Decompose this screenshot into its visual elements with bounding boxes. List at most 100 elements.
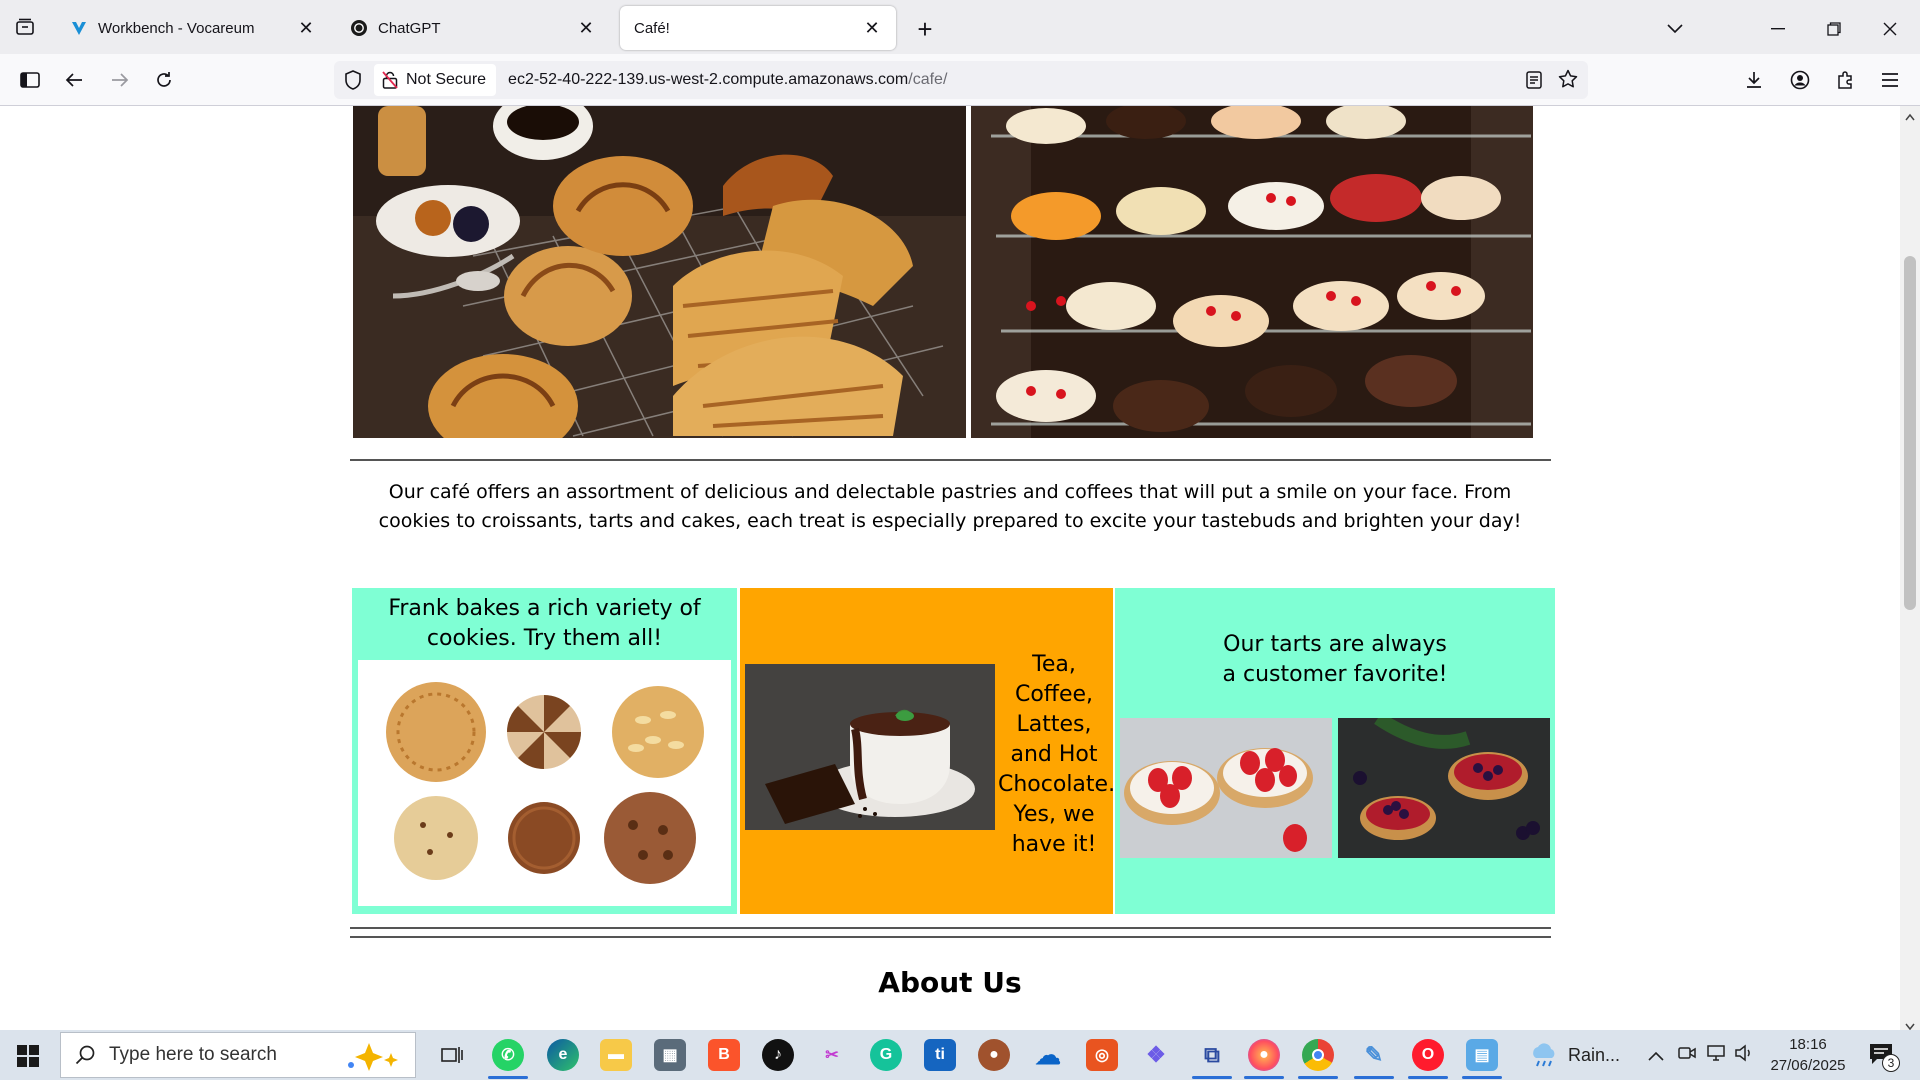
active-app-indicator: [1354, 1076, 1394, 1079]
weather-widget[interactable]: Rain...: [1530, 1042, 1620, 1068]
forward-arrow-icon[interactable]: [106, 66, 134, 94]
active-app-indicator: [488, 1076, 528, 1079]
windows-taskbar: Type here to search ✆ e ▬ ▦ B ♪ ✂ G ti ●…: [0, 1030, 1920, 1080]
list-all-tabs-icon[interactable]: [12, 14, 38, 40]
url-host: ec2-52-40-222-139.us-west-2.compute.amaz…: [508, 71, 909, 88]
search-placeholder: Type here to search: [109, 1044, 277, 1065]
calculator-icon[interactable]: ▦: [654, 1039, 686, 1071]
scrollbar-thumb[interactable]: [1904, 256, 1916, 610]
search-highlight-icon: [341, 1041, 405, 1071]
opera-icon[interactable]: O: [1412, 1039, 1444, 1071]
weather-text: Rain...: [1568, 1044, 1621, 1065]
sidebar-toggle-icon[interactable]: [16, 66, 44, 94]
tab-label: Workbench - Vocareum: [98, 19, 255, 37]
vocareum-logo-icon: [70, 19, 88, 37]
close-window-icon[interactable]: [1872, 14, 1908, 44]
tab-workbench[interactable]: Workbench - Vocareum ✕: [56, 6, 330, 50]
close-tab-icon[interactable]: ✕: [294, 16, 318, 40]
active-app-indicator: [1298, 1076, 1338, 1079]
chrome-icon[interactable]: [1302, 1039, 1334, 1071]
tab-label: ChatGPT: [378, 19, 441, 37]
reload-icon[interactable]: [150, 66, 178, 94]
tarts-panel: Our tarts are always a customer favorite…: [1115, 588, 1555, 914]
bookmark-star-icon[interactable]: [1558, 69, 1578, 94]
chatgpt-logo-icon: [350, 19, 368, 37]
ti-app-icon[interactable]: ti: [924, 1039, 956, 1071]
intro-paragraph: Our café offers an assortment of delicio…: [378, 481, 1522, 532]
site-security-indicator[interactable]: Not Secure: [374, 64, 497, 96]
network-app-icon[interactable]: ⧉: [1196, 1039, 1228, 1071]
close-tab-icon[interactable]: ✕: [574, 16, 598, 40]
url-text[interactable]: ec2-52-40-222-139.us-west-2.compute.amaz…: [508, 71, 947, 89]
firefox-icon[interactable]: ●: [1248, 1039, 1280, 1071]
edge-icon[interactable]: e: [547, 1039, 579, 1071]
downloads-icon[interactable]: [1740, 66, 1768, 94]
volume-icon[interactable]: [1734, 1044, 1754, 1067]
navigation-toolbar: Not Secure ec2-52-40-222-139.us-west-2.c…: [0, 54, 1920, 106]
tab-bar: Workbench - Vocareum ✕ ChatGPT ✕ Café! ✕…: [0, 0, 1920, 54]
extensions-icon[interactable]: [1832, 66, 1860, 94]
tab-label: Café!: [634, 19, 670, 37]
app-menu-icon[interactable]: [1876, 66, 1904, 94]
new-tab-icon[interactable]: +: [910, 14, 940, 44]
notepad-icon[interactable]: ▤: [1466, 1039, 1498, 1071]
cookies-panel: Frank bakes a rich variety of cookies. T…: [352, 588, 737, 914]
brave-icon[interactable]: B: [708, 1039, 740, 1071]
tiktok-icon[interactable]: ♪: [762, 1039, 794, 1071]
restore-icon[interactable]: [1816, 14, 1852, 44]
strawberry-tarts-photo: [1120, 718, 1332, 858]
section-divider: [350, 927, 1551, 929]
snipping-tool-icon[interactable]: ✂: [816, 1039, 848, 1071]
notification-count-badge: 3: [1882, 1054, 1900, 1072]
active-app-indicator: [1244, 1076, 1284, 1079]
security-label: Not Secure: [406, 71, 487, 88]
cookies-caption: Frank bakes a rich variety of cookies. T…: [388, 596, 701, 651]
close-tab-icon[interactable]: ✕: [860, 16, 884, 40]
page-scrollbar[interactable]: [1900, 106, 1920, 1031]
section-divider: [350, 936, 1551, 938]
section-divider: [350, 459, 1551, 461]
whatsapp-icon[interactable]: ✆: [492, 1039, 524, 1071]
cafe-page: Our café offers an assortment of delicio…: [0, 106, 1900, 1030]
about-us-heading: About Us: [878, 966, 1022, 999]
clock-date: 27/06/2025: [1770, 1057, 1846, 1074]
tarts-caption: Our tarts are always a customer favorite…: [1222, 632, 1448, 687]
tray-chevron-icon[interactable]: [1648, 1048, 1664, 1066]
berry-tarts-photo: [1338, 718, 1550, 858]
network-icon[interactable]: [1706, 1044, 1726, 1067]
hot-chocolate-photo: [745, 664, 995, 830]
reader-view-icon[interactable]: [1526, 71, 1542, 94]
address-bar[interactable]: Not Secure ec2-52-40-222-139.us-west-2.c…: [334, 61, 1588, 99]
account-icon[interactable]: [1786, 66, 1814, 94]
back-arrow-icon[interactable]: [60, 66, 88, 94]
active-app-indicator: [1462, 1076, 1502, 1079]
tab-chatgpt[interactable]: ChatGPT ✕: [336, 6, 610, 50]
notifications-icon[interactable]: 3: [1868, 1042, 1902, 1072]
scroll-up-icon[interactable]: [1905, 108, 1915, 126]
cake-display-photo: [971, 106, 1533, 438]
ubuntu-icon[interactable]: ◎: [1086, 1039, 1118, 1071]
drinks-caption: Tea, Coffee, Lattes, and Hot Chocolate. …: [998, 652, 1116, 857]
tracking-shield-icon[interactable]: [344, 70, 362, 95]
task-view-icon[interactable]: [436, 1039, 468, 1071]
insecure-lock-icon: [382, 71, 398, 89]
minimize-icon[interactable]: [1760, 14, 1796, 44]
sparkle-app-icon[interactable]: ❖: [1140, 1039, 1172, 1071]
onedrive-icon[interactable]: ☁: [1032, 1039, 1064, 1071]
grammarly-icon[interactable]: G: [870, 1039, 902, 1071]
meet-now-icon[interactable]: [1678, 1044, 1696, 1067]
active-app-indicator: [1408, 1076, 1448, 1079]
chevron-down-icon[interactable]: [1660, 14, 1690, 44]
app-circle-icon[interactable]: ●: [978, 1039, 1010, 1071]
clock[interactable]: 18:16 27/06/2025: [1766, 1034, 1850, 1076]
active-app-indicator: [1192, 1076, 1232, 1079]
taskbar-search-box[interactable]: Type here to search: [60, 1032, 416, 1078]
paint-icon[interactable]: ✎: [1358, 1039, 1390, 1071]
tab-cafe[interactable]: Café! ✕: [620, 6, 896, 50]
windows-start-icon[interactable]: [14, 1042, 42, 1070]
clock-time: 18:16: [1789, 1036, 1827, 1053]
cookies-photo: [358, 660, 731, 906]
file-explorer-icon[interactable]: ▬: [600, 1039, 632, 1071]
url-path: /cafe/: [908, 71, 948, 88]
search-icon: [75, 1045, 95, 1065]
